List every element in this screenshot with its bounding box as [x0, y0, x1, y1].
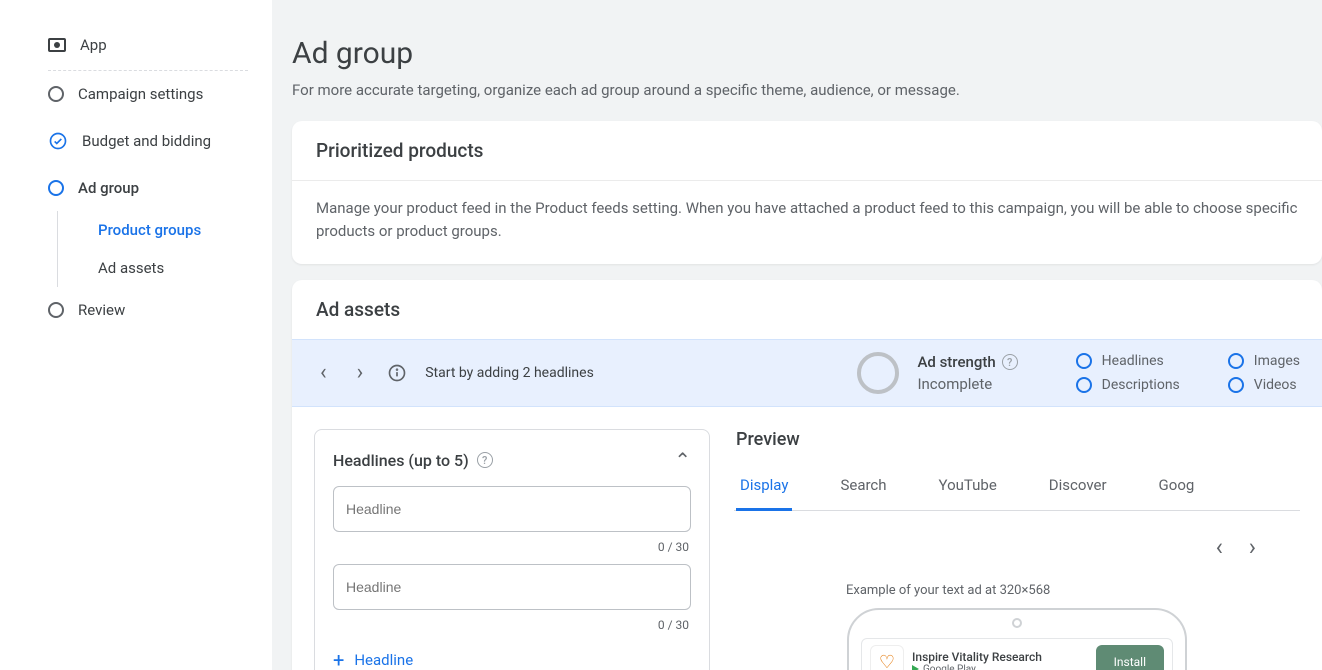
card-body-text: Manage your product feed in the Product … [292, 181, 1322, 264]
chevron-up-icon[interactable]: ⌃ [674, 448, 691, 472]
page-subtitle: For more accurate targeting, organize ea… [292, 81, 1322, 99]
preview-title: Preview [736, 429, 1300, 450]
device-camera-icon [1012, 618, 1022, 628]
card-title: Ad assets [292, 280, 1322, 339]
circle-icon [48, 86, 64, 102]
preview-prev-icon[interactable]: ‹ [1212, 529, 1227, 565]
card-prioritized-products: Prioritized products Manage your product… [292, 121, 1322, 264]
check-headlines: Headlines [1076, 353, 1180, 369]
step-label: Review [78, 301, 125, 319]
ring-icon [1076, 377, 1092, 393]
circle-icon [48, 180, 64, 196]
strength-title-text: Ad strength [917, 353, 995, 371]
add-headline-button[interactable]: + Headline [333, 642, 691, 670]
headline-input-1[interactable] [333, 486, 691, 532]
step-label: Budget and bidding [82, 132, 211, 150]
substep-product-groups[interactable]: Product groups [98, 211, 272, 249]
help-icon[interactable]: ? [1002, 354, 1018, 370]
card-ad-assets: Ad assets ‹ › Start by adding 2 headline… [292, 280, 1322, 670]
char-counter: 0 / 30 [333, 536, 691, 564]
check-images: Images [1228, 353, 1300, 369]
tab-google[interactable]: Goog [1155, 466, 1199, 510]
substep-ad-assets[interactable]: Ad assets [98, 249, 272, 287]
app-store-label: Google Play [912, 664, 1088, 670]
help-icon[interactable]: ? [477, 452, 493, 468]
char-counter: 0 / 30 [333, 614, 691, 642]
tab-search[interactable]: Search [836, 466, 890, 510]
preview-next-icon[interactable]: › [1245, 529, 1260, 565]
info-icon [387, 363, 407, 383]
step-campaign-settings[interactable]: Campaign settings [48, 71, 272, 117]
app-icon [48, 38, 66, 52]
strength-labels: Ad strength ? Incomplete [917, 353, 1017, 393]
ring-icon [1228, 353, 1244, 369]
step-budget-bidding[interactable]: Budget and bidding [48, 117, 272, 165]
tab-youtube[interactable]: YouTube [935, 466, 1001, 510]
check-icon [48, 131, 68, 151]
strength-status: Incomplete [917, 375, 1017, 393]
ad-strength-bar: ‹ › Start by adding 2 headlines Ad stren… [292, 339, 1322, 407]
strength-hint: Start by adding 2 headlines [425, 365, 594, 381]
strength-gauge-icon [857, 352, 899, 394]
preview-example-note: Example of your text ad at 320×568 [734, 583, 1300, 598]
step-ad-group[interactable]: Ad group [48, 165, 272, 211]
tab-display[interactable]: Display [736, 466, 792, 511]
play-icon [912, 665, 919, 670]
plus-icon: + [333, 648, 344, 670]
strength-checklist: Headlines Images Descriptions Videos [1076, 353, 1300, 393]
check-descriptions: Descriptions [1076, 377, 1180, 393]
ad-preview-row: ♡ Inspire Vitality Research Google Play … [861, 638, 1173, 670]
preview-panel: Preview Display Search YouTube Discover … [734, 429, 1300, 670]
step-label: Campaign settings [78, 85, 203, 103]
device-frame: ♡ Inspire Vitality Research Google Play … [847, 608, 1187, 670]
ring-icon [1228, 377, 1244, 393]
app-icon: ♡ [870, 645, 904, 670]
chevron-left-icon[interactable]: ‹ [314, 356, 333, 390]
main-content: Ad group For more accurate targeting, or… [272, 0, 1322, 670]
app-name: Inspire Vitality Research [912, 650, 1088, 664]
chevron-right-icon[interactable]: › [351, 356, 370, 390]
step-label: App [80, 36, 107, 54]
ad-group-substeps: Product groups Ad assets [57, 211, 272, 287]
step-review[interactable]: Review [48, 287, 272, 333]
install-button[interactable]: Install [1096, 645, 1164, 670]
headlines-title: Headlines (up to 5) [333, 451, 469, 470]
page-title: Ad group [292, 36, 1322, 71]
preview-tabs: Display Search YouTube Discover Goog [734, 466, 1300, 511]
headline-input-2[interactable] [333, 564, 691, 610]
check-videos: Videos [1228, 377, 1300, 393]
setup-stepper: App Campaign settings Budget and bidding… [0, 0, 272, 670]
card-title: Prioritized products [292, 121, 1322, 180]
circle-icon [48, 302, 64, 318]
tab-discover[interactable]: Discover [1045, 466, 1111, 510]
ring-icon [1076, 353, 1092, 369]
headlines-editor: Headlines (up to 5) ? ⌃ 0 / 30 0 / 30 + … [314, 429, 710, 670]
step-label: Ad group [78, 179, 139, 197]
step-app[interactable]: App [48, 36, 272, 70]
